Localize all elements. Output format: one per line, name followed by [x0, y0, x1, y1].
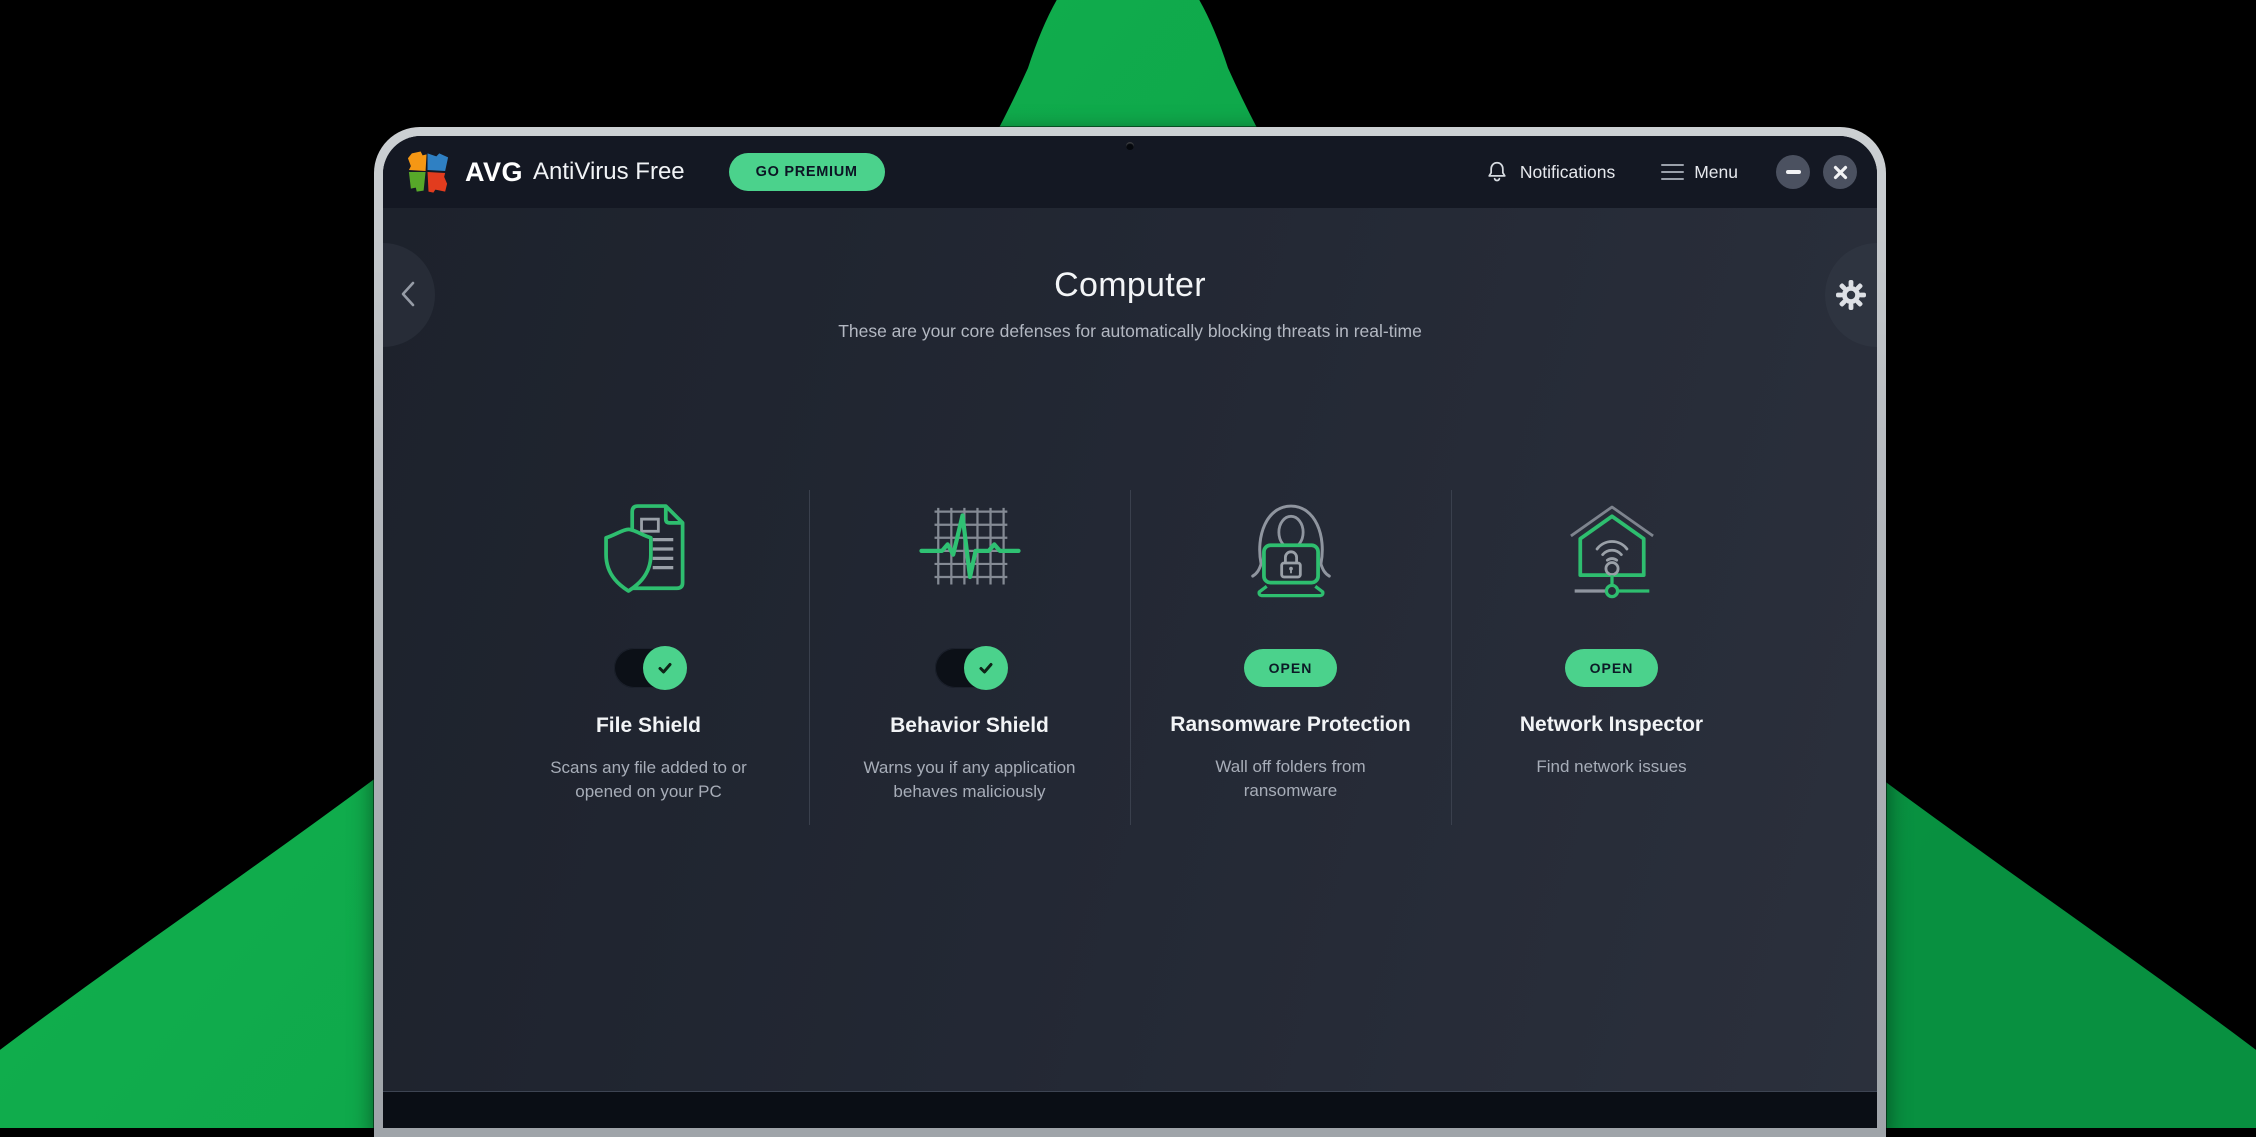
behavior-shield-toggle[interactable]: [935, 648, 1005, 688]
network-inspector-icon: [1556, 490, 1668, 608]
ransomware-protection-open-button[interactable]: OPEN: [1244, 649, 1338, 687]
chevron-left-icon: [401, 281, 415, 307]
page-title: Computer: [383, 266, 1877, 305]
bell-icon: [1484, 159, 1510, 185]
notifications-button[interactable]: Notifications: [1484, 159, 1615, 185]
avg-app-window: AVG AntiVirus Free GO PREMIUM Notificati…: [383, 136, 1877, 1128]
close-button[interactable]: [1823, 155, 1857, 189]
card-description: Scans any file added to or opened on you…: [531, 756, 767, 804]
card-title: Ransomware Protection: [1170, 713, 1410, 737]
window-footer: [383, 1091, 1877, 1128]
behavior-shield-icon: [914, 490, 1026, 608]
gear-icon: [1835, 279, 1867, 311]
brand-name: AVG: [465, 157, 523, 188]
minimize-icon: [1786, 170, 1801, 173]
laptop-screen-bezel: AVG AntiVirus Free GO PREMIUM Notificati…: [374, 127, 1886, 1137]
card-file-shield: File Shield Scans any file added to or o…: [495, 490, 803, 804]
card-ransomware-protection: OPEN Ransomware Protection Wall off fold…: [1137, 490, 1445, 803]
card-network-inspector: OPEN Network Inspector Find network issu…: [1458, 490, 1766, 779]
card-description: Wall off folders from ransomware: [1173, 755, 1409, 803]
network-inspector-open-button[interactable]: OPEN: [1565, 649, 1659, 687]
menu-label: Menu: [1694, 162, 1738, 183]
webcam-dot: [1126, 142, 1134, 150]
ransomware-protection-icon: [1235, 490, 1347, 608]
desktop-background: AVG AntiVirus Free GO PREMIUM Notificati…: [0, 0, 2256, 1128]
card-title: File Shield: [596, 714, 701, 738]
close-icon: [1833, 165, 1848, 180]
file-shield-icon: [593, 490, 705, 608]
toggle-knob-on: [964, 646, 1008, 690]
toggle-knob-on: [643, 646, 687, 690]
card-behavior-shield: Behavior Shield Warns you if any applica…: [816, 490, 1124, 804]
card-divider: [1451, 490, 1452, 825]
go-premium-button[interactable]: GO PREMIUM: [729, 153, 885, 191]
shield-cards-row: File Shield Scans any file added to or o…: [383, 490, 1877, 825]
check-icon: [655, 658, 675, 678]
card-divider: [809, 490, 810, 825]
brand: AVG AntiVirus Free: [405, 150, 685, 194]
card-description: Warns you if any application behaves mal…: [852, 756, 1088, 804]
card-divider: [1130, 490, 1131, 825]
page-subtitle: These are your core defenses for automat…: [383, 321, 1877, 342]
hamburger-icon: [1661, 164, 1684, 181]
app-title: AntiVirus Free: [533, 158, 685, 186]
card-title: Behavior Shield: [890, 714, 1049, 738]
notifications-label: Notifications: [1520, 162, 1615, 183]
card-title: Network Inspector: [1520, 713, 1703, 737]
card-description: Find network issues: [1536, 755, 1686, 779]
check-icon: [976, 658, 996, 678]
appbar-right: Notifications Menu: [1484, 155, 1857, 189]
computer-page: Computer These are your core defenses fo…: [383, 208, 1877, 1091]
avg-logo-icon: [405, 150, 452, 194]
minimize-button[interactable]: [1776, 155, 1810, 189]
file-shield-toggle[interactable]: [614, 648, 684, 688]
menu-button[interactable]: Menu: [1661, 162, 1738, 183]
